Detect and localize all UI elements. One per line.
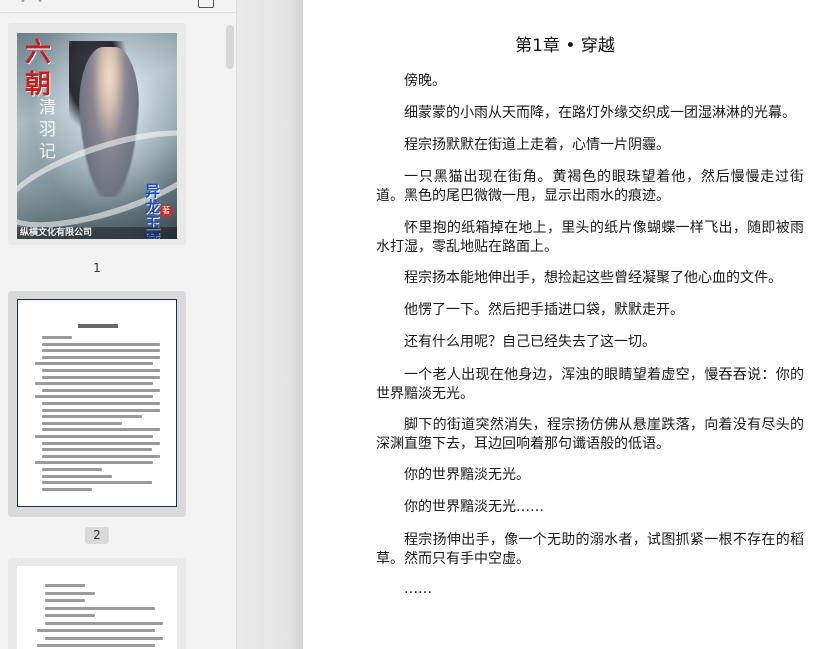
thumb-text-line (45, 636, 163, 640)
sidebar-menu-icon[interactable]: • • (20, 0, 47, 7)
page-number-label: 1 (93, 261, 101, 275)
paragraph: 一个老人出现在他身边，浑浊的眼睛望着虚空，慢吞吞说：你的世界黯淡无光。 (376, 367, 804, 402)
page-3-preview[interactable] (17, 566, 177, 649)
page-2-preview[interactable] (17, 299, 177, 507)
thumb-text-line (42, 415, 142, 419)
cover-publisher: 纵横文化有限公司 (17, 227, 177, 239)
thumb-text-line (42, 448, 152, 452)
paragraph: 傍晚。 (404, 73, 446, 89)
cover-title: 六 朝 (25, 38, 52, 100)
thumb-text-line (42, 481, 152, 485)
paragraph: 你的世界黯淡无光…… (404, 499, 544, 515)
thumb-text-line (42, 454, 160, 458)
paragraph: 还有什么用呢？自己已经失去了这一切。 (404, 334, 656, 350)
paragraph: 程宗扬伸出手，像一个无助的溺水者，试图抓紧一根不存在的稻草。然而只有手中空虚。 (376, 532, 804, 567)
page-gutter (237, 0, 303, 649)
thumb-text-line (35, 362, 153, 366)
thumb-title-line (78, 324, 118, 328)
chapter-title: 第1章 • 穿越 (515, 36, 615, 56)
thumb-text-line (42, 421, 122, 425)
sidebar-scrollbar[interactable] (226, 25, 234, 69)
paragraph: …… (404, 581, 432, 597)
thumb-text-line (42, 388, 160, 392)
thumb-text-line (42, 342, 160, 346)
thumb-text-line (42, 408, 160, 412)
paragraph: 脚下的街道突然消失，程宗扬仿佛从悬崖跌落，向着没有尽头的深渊直堕下去，耳边回响着… (376, 417, 804, 452)
paragraph: 他愣了一下。然后把手插进口袋，默默走开。 (404, 302, 684, 318)
thumb-text-line (45, 591, 95, 595)
paragraph: 细蒙蒙的小雨从天而降，在路灯外缘交织成一团湿淋淋的光幕。 (404, 105, 796, 121)
thumb-text-line (42, 336, 72, 339)
thumb-text-line (37, 644, 155, 647)
cover-author-suffix: 著 (160, 205, 172, 217)
thumb-text-line (42, 402, 160, 405)
cover-subtitle: 清 羽 记 (39, 98, 56, 162)
thumb-text-line (42, 428, 160, 432)
edit-icon[interactable] (198, 0, 214, 8)
thumb-text-line (45, 606, 155, 610)
thumb-text-line (42, 355, 160, 359)
thumb-text-line (42, 349, 160, 353)
thumb-text-line (35, 461, 153, 465)
thumb-text-line (45, 614, 95, 617)
paragraph: 怀里抱的纸箱掉在地上，里头的纸片像蝴蝶一样飞出，随即被雨水打湿，零乱地贴在路面上… (376, 220, 804, 255)
thumbnail-sidebar: • • 六 朝 清 羽 记 异龙 玉藏 著 纵横文化有限公司 1 2 (0, 0, 237, 649)
thumb-text-line (35, 395, 153, 399)
thumb-text-line (37, 629, 155, 632)
paragraph: 程宗扬默默在街道上走着，心情一片阴霾。 (404, 137, 670, 153)
thumb-text-line (42, 369, 160, 372)
thumb-text-line (45, 599, 85, 602)
thumb-text-line (42, 468, 102, 471)
thumb-text-line (42, 375, 160, 379)
sidebar-toolbar: • • (0, 0, 236, 13)
thumb-text-line (45, 621, 163, 625)
page-number-label-selected: 2 (85, 527, 109, 544)
paragraph: 你的世界黯淡无光。 (404, 467, 530, 483)
thumb-text-line (42, 441, 160, 445)
paragraph: 程宗扬本能地伸出手，想捡起这些曾经凝聚了他心血的文件。 (404, 270, 782, 286)
thumb-text-line (42, 487, 92, 491)
thumb-text-line (42, 474, 112, 478)
thumb-text-line (35, 435, 153, 438)
thumb-text-line (35, 382, 153, 386)
cover-image[interactable]: 六 朝 清 羽 记 异龙 玉藏 著 纵横文化有限公司 (17, 33, 177, 239)
thumb-text-line (45, 584, 85, 587)
paragraph: 一只黑猫出现在街角。黄褐色的眼珠望着他，然后慢慢走过街道。黑色的尾巴微微一甩，显… (376, 169, 804, 204)
